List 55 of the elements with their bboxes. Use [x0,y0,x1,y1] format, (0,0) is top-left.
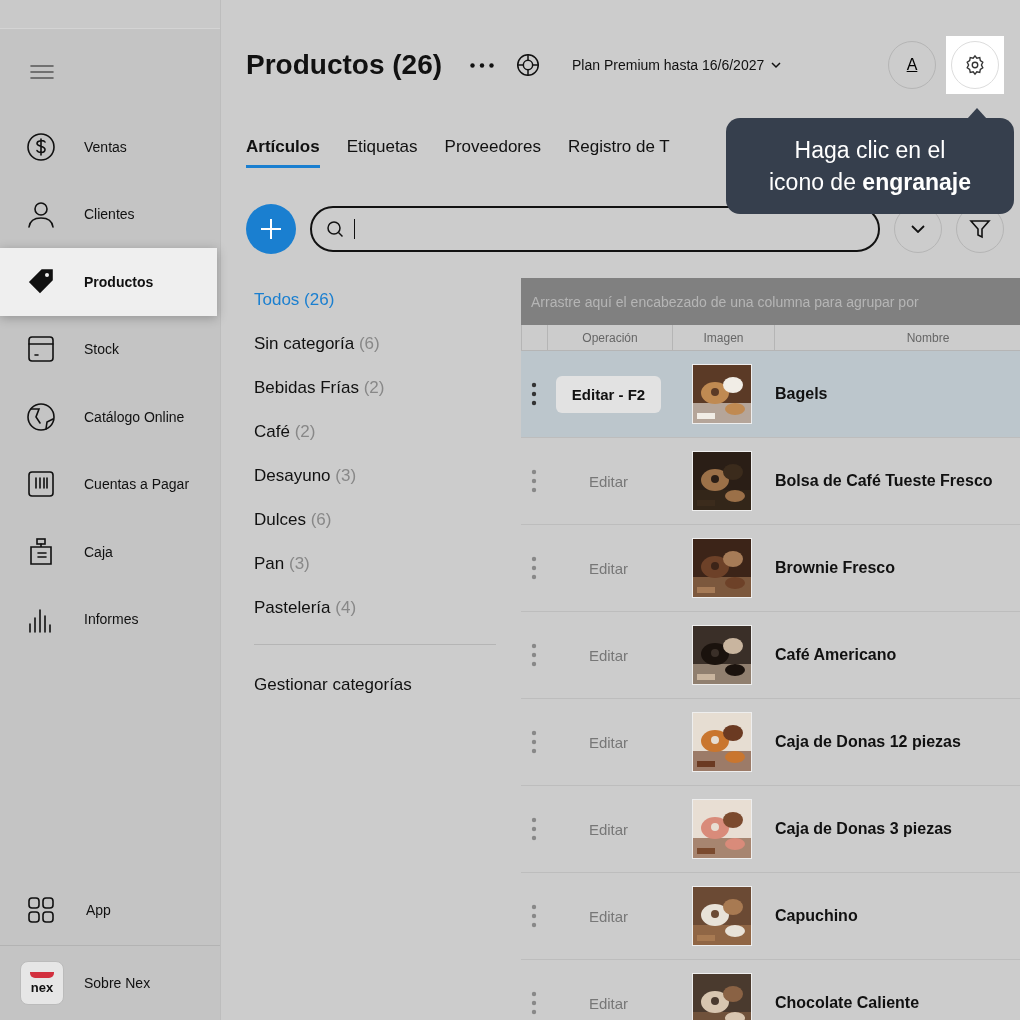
product-name: Bagels [774,385,829,403]
product-name: Caja de Donas 3 piezas [774,820,953,838]
sidebar-item[interactable]: Clientes [0,180,217,248]
settings-icon [964,54,986,76]
page-title: Productos (26) [246,49,443,81]
product-name: Capuchino [774,907,859,925]
table-row[interactable]: Editar - F2 Bagels [521,351,1020,438]
person-icon [26,199,56,230]
category-item[interactable]: Pastelería (4) [254,598,496,642]
dollar-circle-icon [26,131,56,162]
product-name: Café Americano [774,646,898,664]
tab[interactable]: Registro de T [567,137,670,168]
logo-icon: nex [20,961,64,1005]
sidebar-item[interactable]: Ventas [0,113,217,181]
filter-icon [969,218,991,240]
column-header[interactable]: Nombre [774,325,1020,350]
product-name: Chocolate Caliente [774,994,921,1012]
category-item[interactable]: Desayuno (3) [254,466,496,510]
plan-dropdown[interactable]: Plan Premium hasta 16/6/2027 [572,57,783,73]
category-item[interactable]: Pan (3) [254,554,496,598]
manage-categories-link[interactable]: Gestionar categorías [254,675,412,694]
sidebar-item[interactable]: Cuentas a Pagar [0,450,217,518]
register-icon [26,469,56,500]
globe-icon [26,401,56,432]
tab[interactable]: Artículos [246,137,320,168]
product-name: Brownie Fresco [774,559,897,577]
more-icon[interactable] [470,62,495,68]
column-header[interactable]: Operación [547,325,672,350]
app-link[interactable]: App [86,902,111,918]
sidebar-item[interactable]: Catálogo Online [0,383,217,451]
search-icon [326,220,344,238]
category-item[interactable]: Bebidas Frías (2) [254,378,496,422]
category-item[interactable]: Sin categoría (6) [254,334,496,378]
chevron-down-icon [911,225,925,233]
settings-button[interactable] [951,41,999,89]
edit-button[interactable]: Editar - F2 [555,375,662,413]
sidebar-item[interactable]: Caja [0,518,217,586]
category-item[interactable]: Café (2) [254,422,496,466]
sidebar-item[interactable]: Informes [0,585,217,653]
column-header[interactable]: Imagen [672,325,774,350]
grid-icon [26,895,56,925]
tab[interactable]: Etiquetas [346,137,418,168]
sidebar-item[interactable]: Productos [0,248,217,316]
product-name: Caja de Donas 12 piezas [774,733,962,751]
about-link[interactable]: Sobre Nex [84,975,151,991]
tooltip: Haga clic en el icono de engranaje [726,118,1014,214]
tab[interactable]: Proveedores [444,137,541,168]
kebab-icon[interactable] [530,382,537,406]
category-item[interactable]: Dulces (6) [254,510,496,554]
add-button[interactable] [246,204,296,254]
plus-icon [259,217,283,241]
chevron-down-icon [770,59,783,71]
box-icon [26,334,56,365]
sidebar-item[interactable]: Stock [0,315,217,383]
product-name: Bolsa de Café Tueste Fresco [774,472,994,490]
